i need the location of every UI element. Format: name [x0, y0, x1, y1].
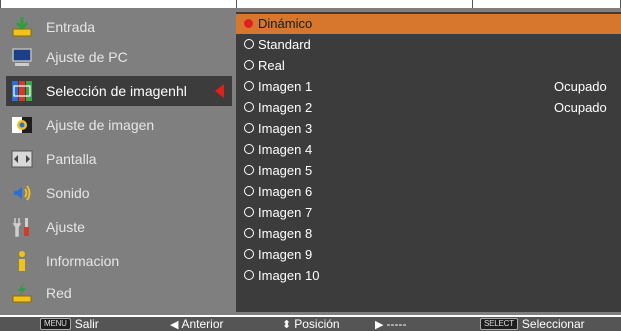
option-label: Standard: [258, 37, 311, 52]
option-label: Imagen 4: [258, 142, 313, 157]
radio-circle-icon: [244, 81, 254, 91]
pc-monitor-icon: [10, 45, 34, 69]
option-row-imagen-9[interactable]: Imagen 9: [236, 245, 621, 265]
option-label: Imagen 10: [258, 268, 320, 283]
radio-circle-icon: [244, 102, 254, 112]
key-guide-bar: MENU Salir ◀ Anterior ⬍ Posición ▶ -----…: [0, 317, 621, 331]
position-label: Posición: [294, 317, 340, 331]
next-label: -----: [386, 317, 407, 331]
image-select-icon: [10, 79, 34, 103]
sidebar-item-entrada[interactable]: Entrada: [6, 12, 232, 42]
sidebar-item-sonido[interactable]: Sonido: [6, 178, 232, 208]
option-row-dinamico[interactable]: Dinámico: [236, 14, 621, 34]
option-row-imagen-5[interactable]: Imagen 5: [236, 161, 621, 181]
option-row-imagen-8[interactable]: Imagen 8: [236, 224, 621, 244]
option-label: Imagen 1: [258, 79, 313, 94]
network-icon: [10, 281, 34, 305]
option-row-real[interactable]: Real: [236, 56, 621, 76]
option-label: Imagen 3: [258, 121, 313, 136]
sidebar-item-label: Informacion: [46, 253, 120, 269]
radio-circle-icon: [244, 249, 254, 259]
right-arrow-icon: ▶: [375, 318, 384, 331]
option-label: Imagen 2: [258, 100, 313, 115]
radio-circle-icon: [244, 60, 254, 70]
footer-select: SELECT Seleccionar: [480, 317, 585, 331]
screen-icon: [10, 147, 34, 171]
sidebar-item-label: Red: [46, 285, 72, 301]
top-ruler: [0, 0, 621, 8]
radio-circle-icon: [244, 144, 254, 154]
option-label: Imagen 9: [258, 247, 313, 262]
main-menu-sidebar: Entrada Ajuste de PC Selección de imagen…: [6, 12, 232, 312]
left-arrow-icon: ◀: [170, 318, 179, 331]
footer-previous: ◀ Anterior: [170, 317, 224, 331]
option-row-imagen-3[interactable]: Imagen 3: [236, 119, 621, 139]
option-label: Imagen 8: [258, 226, 313, 241]
footer-exit: MENU Salir: [40, 317, 99, 331]
speaker-icon: [10, 181, 34, 205]
select-key-icon: SELECT: [480, 318, 518, 330]
radio-circle-icon: [244, 165, 254, 175]
sidebar-item-label: Ajuste: [46, 219, 85, 235]
sidebar-item-pantalla[interactable]: Pantalla: [6, 144, 232, 174]
selection-pointer-icon: [215, 84, 224, 98]
image-adjust-icon: [10, 113, 34, 137]
menu-key-icon: MENU: [40, 318, 71, 330]
sidebar-item-label: Entrada: [46, 19, 96, 35]
sidebar-item-seleccion-de-imagen[interactable]: Selección de imagenhl: [6, 76, 232, 106]
input-icon: [10, 15, 34, 39]
exit-label: Salir: [74, 317, 99, 331]
sidebar-item-red[interactable]: Red: [6, 278, 232, 308]
sidebar-item-informacion[interactable]: Informacion: [6, 246, 232, 276]
option-row-imagen-1[interactable]: Imagen 1 Ocupado: [236, 77, 621, 97]
option-row-imagen-2[interactable]: Imagen 2 Ocupado: [236, 98, 621, 118]
up-down-arrow-icon: ⬍: [282, 318, 292, 331]
sidebar-item-label: Sonido: [46, 185, 90, 201]
selected-dot-icon: [244, 19, 253, 28]
option-row-imagen-4[interactable]: Imagen 4: [236, 140, 621, 160]
sidebar-item-ajuste-de-imagen[interactable]: Ajuste de imagen: [6, 110, 232, 140]
radio-circle-icon: [244, 270, 254, 280]
option-label: Imagen 6: [258, 184, 313, 199]
radio-circle-icon: [244, 228, 254, 238]
option-row-imagen-6[interactable]: Imagen 6: [236, 182, 621, 202]
previous-label: Anterior: [181, 317, 224, 331]
option-label: Real: [258, 58, 285, 73]
sidebar-item-label: Pantalla: [46, 151, 97, 167]
sidebar-item-label: Ajuste de imagen: [46, 117, 155, 133]
option-label: Imagen 7: [258, 205, 313, 220]
option-row-standard[interactable]: Standard: [236, 35, 621, 55]
option-status: Ocupado: [554, 100, 607, 115]
tools-icon: [10, 215, 34, 239]
select-label: Seleccionar: [521, 317, 585, 331]
footer-next: ▶ -----: [375, 317, 406, 331]
osd-menu: Entrada Ajuste de PC Selección de imagen…: [0, 8, 621, 315]
picture-mode-panel: Dinámico Standard Real Imagen 1 Ocupado …: [236, 12, 621, 312]
radio-circle-icon: [244, 39, 254, 49]
radio-circle-icon: [244, 207, 254, 217]
sidebar-item-ajuste[interactable]: Ajuste: [6, 212, 232, 242]
sidebar-item-label: Selección de imagenhl: [46, 83, 187, 99]
option-label: Imagen 5: [258, 163, 313, 178]
footer-position: ⬍ Posición: [282, 317, 340, 331]
radio-circle-icon: [244, 186, 254, 196]
sidebar-item-label: Ajuste de PC: [46, 49, 128, 65]
option-row-imagen-7[interactable]: Imagen 7: [236, 203, 621, 223]
sidebar-item-ajuste-de-pc[interactable]: Ajuste de PC: [6, 42, 232, 72]
radio-circle-icon: [244, 123, 254, 133]
option-label: Dinámico: [258, 16, 313, 31]
option-row-imagen-10[interactable]: Imagen 10: [236, 266, 621, 286]
option-status: Ocupado: [554, 79, 607, 94]
info-icon: [10, 249, 34, 273]
